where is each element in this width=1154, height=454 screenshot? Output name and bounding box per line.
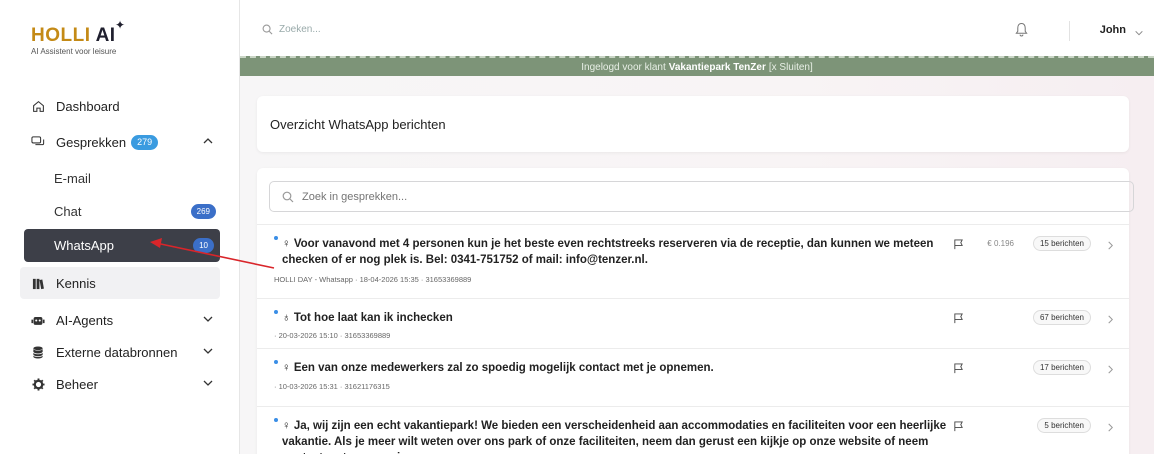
topbar-divider xyxy=(1069,21,1070,41)
conversation-meta: · 20-03-2026 15:10 · 31653369889 xyxy=(274,331,391,340)
sidebar: HOLLI AI ✦ AI Assistent voor leisure Das… xyxy=(0,0,240,454)
global-search[interactable]: Zoeken... xyxy=(262,24,321,35)
home-icon xyxy=(31,99,45,113)
impersonation-banner: Ingelogd voor klant Vakantiepark TenZer … xyxy=(240,56,1154,76)
sub-item-email[interactable]: E-mail xyxy=(0,162,220,195)
conversation-message: ♀ Ja, wij zijn een echt vakantiepark! We… xyxy=(282,420,947,454)
page-title-card: Overzicht WhatsApp berichten xyxy=(257,96,1129,152)
conversation-message: ♁ Tot hoe laat kan ik inchecken xyxy=(282,312,453,324)
bell-icon[interactable] xyxy=(1015,22,1028,42)
page-title: Overzicht WhatsApp berichten xyxy=(270,116,446,132)
nav-beheer[interactable]: Beheer xyxy=(0,368,240,400)
message-count-badge: 67 berichten xyxy=(1032,310,1091,325)
gear-icon xyxy=(31,377,45,391)
search-icon xyxy=(282,191,294,202)
chat-count-badge: 269 xyxy=(190,204,216,219)
nav-gesprekken-label: Gesprekken xyxy=(56,134,127,150)
chevron-right-icon[interactable] xyxy=(1106,237,1115,255)
chevron-right-icon[interactable] xyxy=(1106,419,1115,437)
main-content: Overzicht WhatsApp berichten ♀ Voor vana… xyxy=(240,76,1154,454)
nav-dashboard-label: Dashboard xyxy=(56,98,120,114)
message-count-badge: 5 berichten xyxy=(1037,418,1091,433)
conversation-row[interactable]: ♀ Ja, wij zijn een echt vakantiepark! We… xyxy=(257,406,1129,454)
conversation-row[interactable]: ♀ Een van onze medewerkers zal zo spoedi… xyxy=(257,348,1129,406)
conversation-search[interactable] xyxy=(269,181,1134,212)
chevron-down-icon[interactable] xyxy=(202,313,216,327)
nav-ai-agents-label: AI-Agents xyxy=(56,312,114,328)
chevron-up-icon[interactable] xyxy=(202,135,216,149)
message-count-badge: 17 berichten xyxy=(1032,360,1091,375)
global-search-input[interactable]: Zoeken... xyxy=(279,24,321,35)
search-icon xyxy=(262,24,273,35)
database-icon xyxy=(31,345,45,359)
banner-prefix: Ingelogd voor klant xyxy=(581,61,666,73)
conversation-message: ♀ Voor vanavond met 4 personen kun je he… xyxy=(282,238,934,266)
unread-dot xyxy=(274,418,278,422)
brand-tagline: AI Assistent voor leisure xyxy=(31,47,117,56)
brand-logo[interactable]: HOLLI AI ✦ AI Assistent voor leisure xyxy=(31,18,125,56)
sub-item-chat[interactable]: Chat 269 xyxy=(0,195,220,228)
sparkle-icon: ✦ xyxy=(115,18,126,32)
logo-holli: HOLLI xyxy=(31,25,91,46)
chevron-down-icon[interactable] xyxy=(202,377,216,391)
logo-ai: AI xyxy=(95,25,116,46)
unread-dot xyxy=(274,360,278,364)
user-menu[interactable]: John xyxy=(1100,24,1126,36)
conversation-message: ♀ Een van onze medewerkers zal zo spoedi… xyxy=(282,362,714,374)
message-count-badge: 15 berichten xyxy=(1032,236,1091,251)
flag-icon[interactable] xyxy=(953,419,964,437)
conversation-list: ♀ Voor vanavond met 4 personen kun je he… xyxy=(257,168,1134,454)
annotation-arrow xyxy=(150,238,275,269)
conversation-cost: € 0.196 xyxy=(987,239,1014,248)
chat-bubbles-icon xyxy=(31,135,45,149)
sub-item-whatsapp-label: WhatsApp xyxy=(54,238,114,253)
chevron-right-icon[interactable] xyxy=(1106,311,1115,329)
conversation-search-input[interactable] xyxy=(302,190,902,203)
banner-client: Vakantiepark TenZer xyxy=(668,61,766,73)
nav-kennis-label: Kennis xyxy=(56,275,96,291)
books-icon xyxy=(31,276,45,290)
robot-icon xyxy=(31,313,45,327)
conversation-row[interactable]: ♀ Voor vanavond met 4 personen kun je he… xyxy=(257,224,1129,298)
conversation-meta: HOLLI DAY - Whatsapp · 18-04-2026 15:35 … xyxy=(274,275,472,284)
conversation-meta: · 10-03-2026 15:31 · 31621176315 xyxy=(274,382,390,391)
banner-close-link[interactable]: [x Sluiten] xyxy=(769,62,813,73)
sub-item-email-label: E-mail xyxy=(54,171,91,186)
chevron-right-icon[interactable] xyxy=(1106,361,1115,379)
flag-icon[interactable] xyxy=(953,237,964,255)
chevron-down-icon[interactable] xyxy=(1134,25,1144,43)
nav-beheer-label: Beheer xyxy=(56,376,98,392)
nav-externe-databronnen[interactable]: Externe databronnen xyxy=(0,336,240,368)
nav-gesprekken[interactable]: Gesprekken 279 xyxy=(0,126,240,158)
conversation-row[interactable]: ♁ Tot hoe laat kan ik inchecken · 20-03-… xyxy=(257,298,1129,348)
nav-dashboard[interactable]: Dashboard xyxy=(0,90,240,122)
nav-externe-label: Externe databronnen xyxy=(56,344,178,360)
gesprekken-count-badge: 279 xyxy=(131,134,159,150)
unread-dot xyxy=(274,310,278,314)
topbar: Zoeken... John xyxy=(240,0,1154,60)
nav-ai-agents[interactable]: AI-Agents xyxy=(0,304,240,336)
flag-icon[interactable] xyxy=(953,311,964,329)
flag-icon[interactable] xyxy=(953,361,964,379)
sub-item-chat-label: Chat xyxy=(54,204,82,219)
chevron-down-icon[interactable] xyxy=(202,345,216,359)
